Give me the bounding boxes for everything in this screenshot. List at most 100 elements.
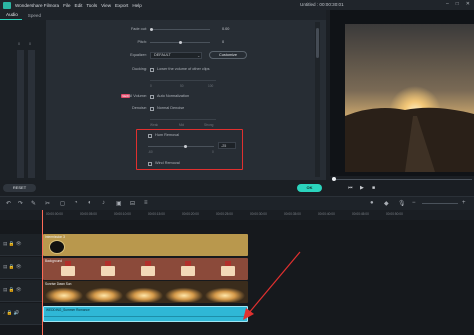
equalizer-value: DEFAULT <box>154 53 171 57</box>
split-icon[interactable]: ⊟ <box>130 200 135 207</box>
mask-icon[interactable]: ▣ <box>116 200 122 207</box>
ruler-tick: 00:00:05:00 <box>80 212 97 216</box>
reset-button[interactable]: RESET <box>3 184 36 192</box>
track-header-2: ▤ 🔒 👁 <box>0 257 42 279</box>
preview-progress-bar[interactable] <box>332 179 472 180</box>
play-icon[interactable]: ▶ <box>360 185 364 191</box>
clip-label: Intermission 3 <box>45 235 65 239</box>
pitch-value[interactable]: 0 <box>222 40 224 44</box>
auto-normalization-checkbox[interactable] <box>150 95 154 99</box>
equalizer-select[interactable]: DEFAULT <box>150 52 202 59</box>
speed-icon[interactable]: ◔ <box>74 200 78 206</box>
crop-icon[interactable]: ◻ <box>60 200 65 207</box>
menu-view[interactable]: View <box>101 3 111 8</box>
delete-icon[interactable]: ✎ <box>31 200 36 207</box>
normal-denoise-label: Normal Denoise <box>157 106 185 110</box>
ruler-tick: 00:00:35:00 <box>284 212 301 216</box>
audio-waveform <box>44 316 247 317</box>
preview-video <box>345 24 474 172</box>
ai-volume-label: AI Volume: <box>128 94 147 98</box>
timeline-toolbar: ↶ ↷ ✎ ✂ ◻ ◔ ◐ ♪ ▣ ⊟ ≡ ● ◆ 🎙 − + <box>0 196 474 210</box>
normal-denoise-checkbox[interactable] <box>150 107 154 111</box>
ducking-slider[interactable] <box>150 80 216 81</box>
ruler-tick: 00:00:40:00 <box>318 212 335 216</box>
chevron-down-icon[interactable]: ⌄ <box>197 53 200 58</box>
timeline-playhead[interactable] <box>42 210 43 335</box>
video-track-icon[interactable]: ▤ 🔒 👁 <box>3 241 21 247</box>
denoise-scale-weak: Weak <box>150 123 159 127</box>
audio-meter-right <box>28 50 35 178</box>
meter-label-right: 0 <box>29 42 31 46</box>
customize-button[interactable]: Customize <box>209 51 247 59</box>
zoom-out-icon[interactable]: − <box>412 200 416 206</box>
clip-background[interactable]: Background <box>43 258 248 280</box>
audio-meter-left <box>17 50 24 178</box>
zoom-slider[interactable] <box>422 203 458 204</box>
undo-icon[interactable]: ↶ <box>6 200 11 207</box>
redo-icon[interactable]: ↷ <box>18 200 23 207</box>
title-bar: Wondershare Filmora File Edit Tools View… <box>0 0 474 10</box>
timeline-tracks: ▤ 🔒 👁 ▤ 🔒 👁 ▤ 🔒 👁 ♪ 🔒 🔊 Intermission 3 B… <box>0 220 474 335</box>
ducking-scale-right: 100 <box>208 84 214 88</box>
preview-controls: ⏮ ▶ ■ <box>330 176 474 196</box>
denoise-label: Denoise: <box>132 106 147 110</box>
ducking-scale-mid: 50 <box>180 84 184 88</box>
ruler-tick: 00:00:15:00 <box>148 212 165 216</box>
tab-audio[interactable]: Audio <box>0 12 22 20</box>
menu-tools[interactable]: Tools <box>86 3 97 8</box>
minimize-icon[interactable]: – <box>446 1 449 7</box>
track-header-4: ♪ 🔒 🔊 <box>0 303 42 325</box>
timeline-ruler[interactable]: 00:00:00:00 00:00:05:00 00:00:10:00 00:0… <box>0 210 474 220</box>
clip-intermission[interactable]: Intermission 3 <box>43 234 248 256</box>
stop-icon[interactable]: ■ <box>372 185 375 191</box>
clip-filmstrip <box>45 286 245 302</box>
video-track-icon[interactable]: ▤ 🔒 👁 <box>3 264 21 270</box>
panel-scrollbar-thumb[interactable] <box>316 28 319 58</box>
ruler-tick: 00:00:45:00 <box>352 212 369 216</box>
preview-progress-knob[interactable] <box>332 177 336 181</box>
cut-icon[interactable]: ✂ <box>45 200 50 207</box>
ok-button[interactable]: OK <box>297 184 322 192</box>
color-icon[interactable]: ◐ <box>88 200 92 206</box>
ruler-tick: 00:00:20:00 <box>182 212 199 216</box>
ducking-checkbox[interactable] <box>150 68 154 72</box>
render-icon[interactable]: ● <box>370 200 374 206</box>
audio-icon[interactable]: ♪ <box>102 200 105 206</box>
fade-out-value[interactable]: 0.00 <box>222 27 229 31</box>
ruler-tick: 00:00:10:00 <box>114 212 131 216</box>
clip-filmstrip <box>61 261 235 276</box>
menu-edit[interactable]: Edit <box>75 3 83 8</box>
zoom-in-icon[interactable]: + <box>462 200 466 206</box>
denoise-scale-strong: Strong <box>204 123 214 127</box>
editor-tabs: Audio Speed <box>0 10 326 20</box>
voiceover-icon[interactable]: 🎙 <box>398 200 406 207</box>
fade-out-slider[interactable] <box>150 29 210 30</box>
audio-meter-panel: 0 0 <box>0 20 46 180</box>
meter-label-left: 0 <box>18 42 20 46</box>
clip-label: WEDDING_Summer Romance <box>46 308 90 312</box>
app-name: Wondershare Filmora <box>15 2 60 8</box>
ducking-check-label: Lower the volume of other clips <box>157 67 210 71</box>
maximize-icon[interactable]: □ <box>456 1 459 7</box>
menu-file[interactable]: File <box>63 3 70 8</box>
audio-track-icon[interactable]: ♪ 🔒 🔊 <box>3 310 19 316</box>
pitch-knob[interactable] <box>179 41 182 44</box>
prev-frame-icon[interactable]: ⏮ <box>348 185 353 191</box>
clip-audio-wedding[interactable]: WEDDING_Summer Romance <box>43 306 248 322</box>
close-icon[interactable]: ✕ <box>466 1 470 7</box>
denoise-scale-mid: Mid <box>179 123 185 127</box>
adjust-icon[interactable]: ≡ <box>144 200 148 206</box>
clip-sunrise[interactable]: Sunrise Dawn Sun <box>43 281 248 303</box>
tab-speed[interactable]: Speed <box>22 13 45 20</box>
menu-help[interactable]: Help <box>132 3 141 8</box>
filmora-logo-icon <box>3 1 11 9</box>
video-track-icon[interactable]: ▤ 🔒 👁 <box>3 287 21 293</box>
fade-out-knob[interactable] <box>150 28 153 31</box>
denoise-slider[interactable] <box>150 119 216 120</box>
highlight-box <box>136 129 243 170</box>
project-title: Untitled : 00:00:30:01 <box>300 2 344 7</box>
pitch-label: Pitch: <box>137 40 148 44</box>
marker-icon[interactable]: ◆ <box>384 200 389 207</box>
menu-export[interactable]: Export <box>115 3 128 8</box>
ruler-tick: 00:00:50:00 <box>386 212 403 216</box>
